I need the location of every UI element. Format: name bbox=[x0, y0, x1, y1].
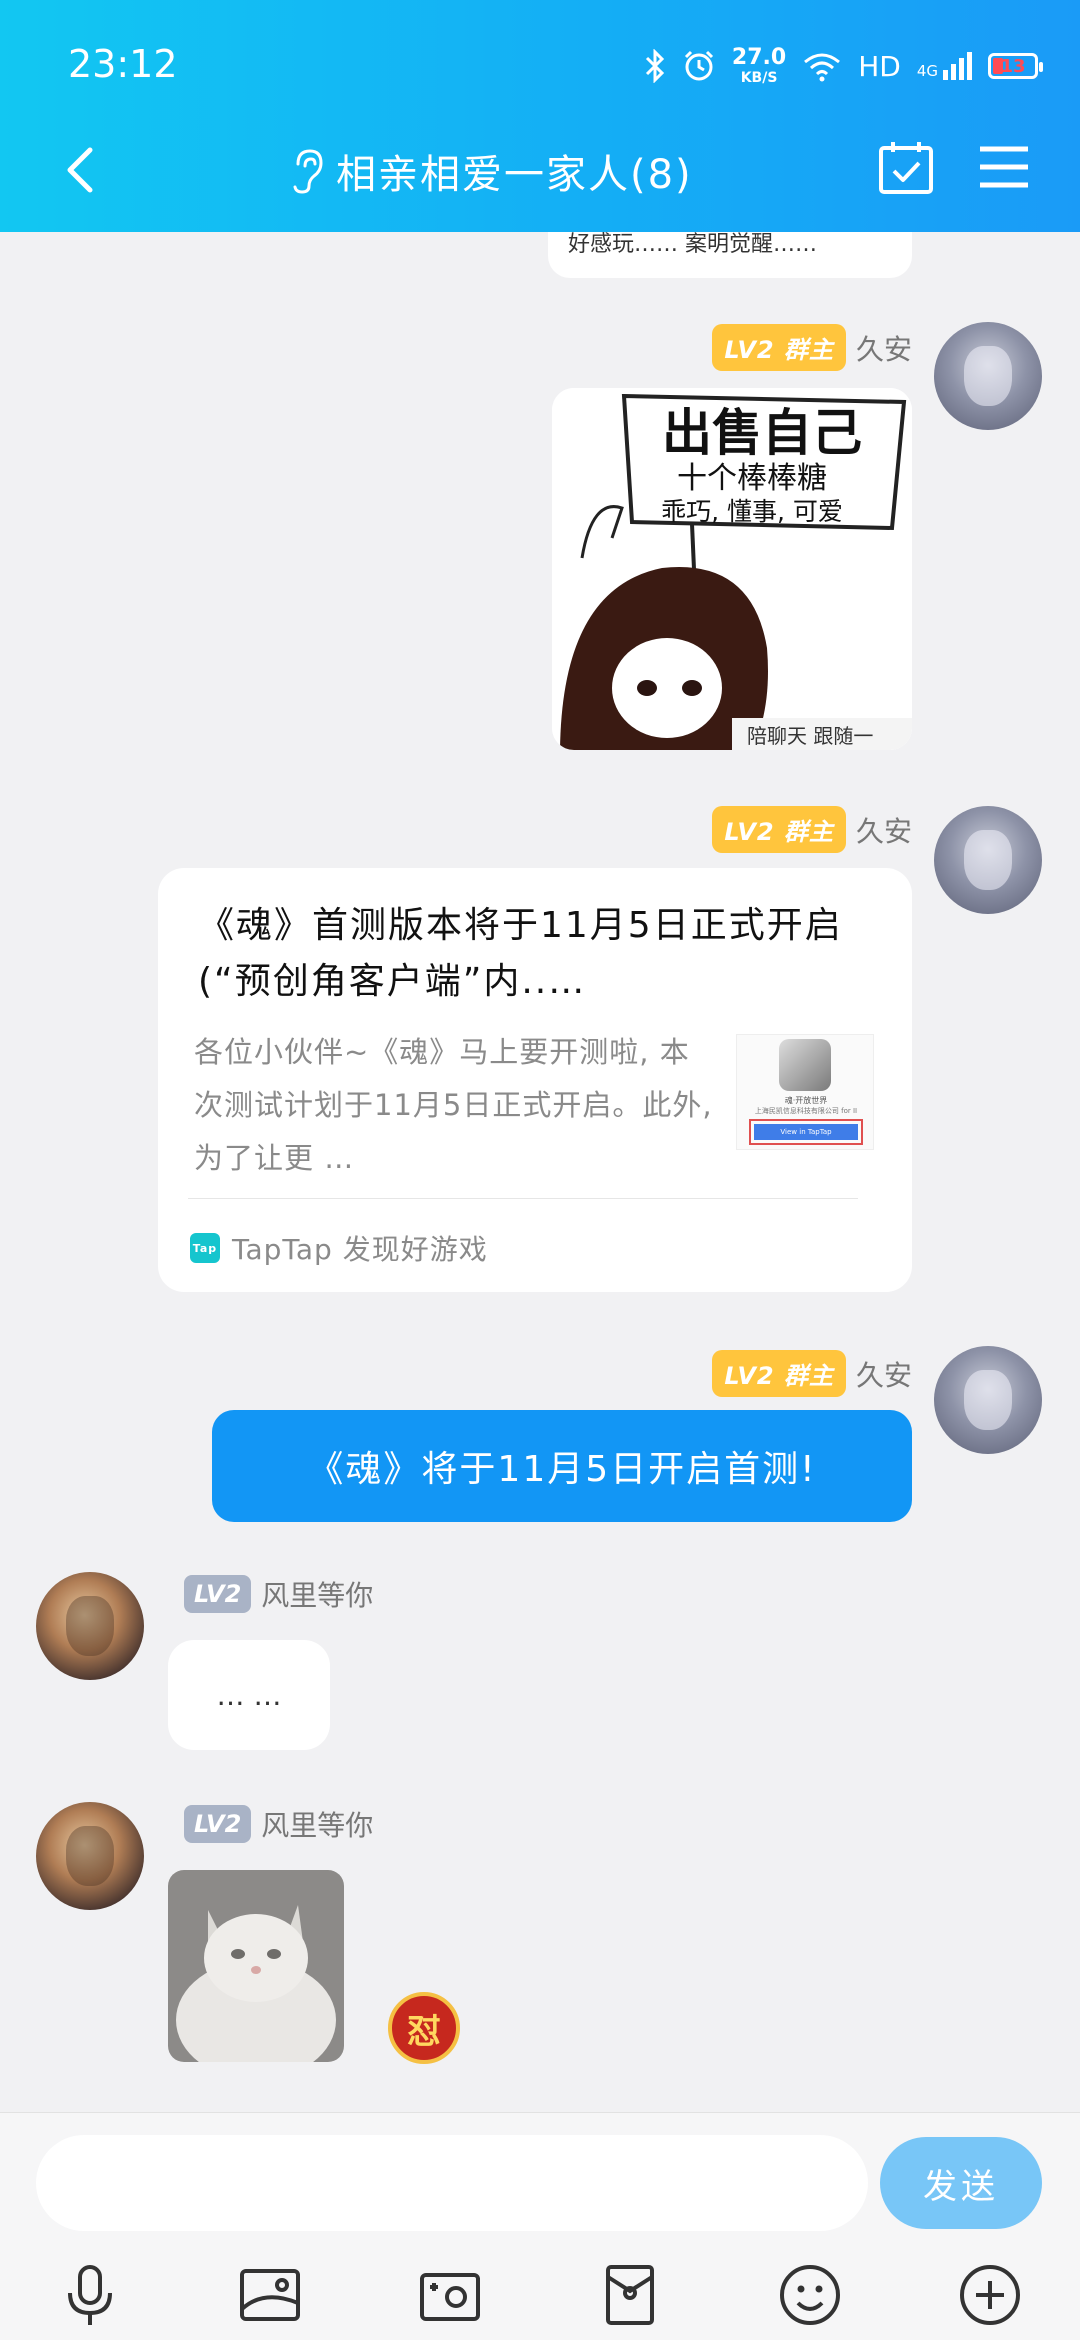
partial-image-text: 好感玩…… 案明觉醒…… bbox=[568, 232, 817, 257]
owner-badge: LV2 群主 bbox=[712, 1350, 846, 1397]
sender-meta: LV2 风里等你 bbox=[184, 1574, 373, 1614]
bluetooth-icon bbox=[645, 49, 665, 83]
avatar[interactable] bbox=[36, 1802, 144, 1910]
message-input[interactable] bbox=[36, 2135, 868, 2231]
red-packet-icon[interactable] bbox=[594, 2259, 666, 2331]
title-bar: 相亲相爱一家人(8) bbox=[0, 120, 1080, 220]
emoji-icon[interactable] bbox=[774, 2259, 846, 2331]
sender-name: 风里等你 bbox=[261, 1809, 374, 1842]
avatar[interactable] bbox=[934, 322, 1042, 430]
share-card-source-label: TapTap 发现好游戏 bbox=[232, 1233, 488, 1266]
wifi-icon bbox=[804, 53, 841, 82]
sender-name: 久安 bbox=[855, 332, 912, 366]
meme-text-sub: 十个棒棒糖 bbox=[677, 461, 827, 496]
sender-meta: LV2 群主 久安 bbox=[712, 1350, 912, 1397]
owner-badge: LV2 群主 bbox=[712, 324, 846, 371]
app-header: 23:12 27.0 KB/S HD 4G 13 相亲相爱一家人(8) bbox=[0, 0, 1080, 232]
calendar-check-icon[interactable] bbox=[876, 138, 936, 198]
menu-icon[interactable] bbox=[978, 142, 1030, 192]
meme-text-main: 出售自己 bbox=[662, 404, 862, 462]
input-bar: 发送 bbox=[0, 2112, 1080, 2340]
microphone-icon[interactable] bbox=[54, 2259, 126, 2331]
share-card[interactable]: 《魂》首测版本将于11月5日正式开启(“预创角客户端”内..… 各位小伙伴~《魂… bbox=[158, 868, 912, 1292]
network-speed-unit: KB/S bbox=[740, 70, 778, 86]
status-bar: 23:12 27.0 KB/S HD 4G 13 bbox=[0, 0, 1080, 130]
meme-text-bottom: 陪聊天 跟随一 bbox=[747, 724, 873, 748]
image-icon[interactable] bbox=[234, 2259, 306, 2331]
image-message-partial[interactable]: 好感玩…… 案明觉醒…… bbox=[548, 232, 912, 278]
reaction-sticker-text: 怼 bbox=[407, 2011, 441, 2052]
network-speed: 27.0 KB/S bbox=[731, 45, 787, 86]
text-message[interactable]: … … bbox=[168, 1640, 330, 1750]
image-message[interactable] bbox=[168, 1870, 344, 2062]
avatar[interactable] bbox=[36, 1572, 144, 1680]
thumb-button: View in TapTap bbox=[754, 1124, 858, 1140]
thumb-line1: 魂·开放世界 bbox=[784, 1096, 828, 1105]
text-message[interactable]: 《魂》将于11月5日开启首测! bbox=[212, 1410, 912, 1522]
status-icons: 27.0 KB/S HD 4G 13 bbox=[644, 45, 1043, 86]
thumb-line2: 上海民凯信息科技有限公司 for II bbox=[754, 1107, 858, 1115]
level-badge: LV2 bbox=[184, 1805, 252, 1843]
taptap-icon: Tap bbox=[190, 1233, 220, 1263]
sender-name: 久安 bbox=[855, 1358, 912, 1392]
share-card-source: Tap TapTap 发现好游戏 bbox=[190, 1228, 488, 1268]
share-card-title: 《魂》首测版本将于11月5日正式开启(“预创角客户端”内..… bbox=[198, 905, 843, 1002]
level-badge: LV2 bbox=[184, 1575, 252, 1613]
avatar[interactable] bbox=[934, 1346, 1042, 1454]
meme-text-sub2: 乖巧, 懂事, 可爱 bbox=[661, 497, 843, 526]
battery-level: 13 bbox=[1000, 55, 1026, 77]
divider bbox=[188, 1198, 858, 1199]
plus-icon[interactable] bbox=[954, 2259, 1026, 2331]
share-card-description: 各位小伙伴~《魂》马上要开测啦, 本次测试计划于11月5日正式开启。此外, 为了… bbox=[194, 1035, 713, 1175]
status-time: 23:12 bbox=[68, 42, 178, 86]
sender-meta: LV2 风里等你 bbox=[184, 1804, 373, 1844]
cat-image bbox=[168, 1870, 344, 2062]
reaction-sticker-icon[interactable]: 怼 bbox=[388, 1992, 460, 2064]
sender-meta: LV2 群主 久安 bbox=[712, 324, 912, 371]
avatar[interactable] bbox=[934, 806, 1042, 914]
game-logo bbox=[779, 1039, 831, 1091]
alarm-icon bbox=[684, 50, 713, 81]
sender-meta: LV2 群主 久安 bbox=[712, 806, 912, 853]
hd-label: HD bbox=[858, 49, 901, 83]
network-speed-value: 27.0 bbox=[731, 45, 787, 70]
title-area[interactable]: 相亲相爱一家人(8) bbox=[290, 142, 693, 200]
back-arrow-icon[interactable] bbox=[54, 142, 110, 198]
image-message[interactable]: 出售自己 十个棒棒糖 乖巧, 懂事, 可爱 陪聊天 跟随一 bbox=[552, 388, 912, 750]
camera-icon[interactable] bbox=[414, 2259, 486, 2331]
network-type: 4G bbox=[916, 62, 938, 80]
sender-name: 风里等你 bbox=[261, 1579, 374, 1612]
sender-name: 久安 bbox=[855, 814, 912, 848]
cell-signal-icon: 4G bbox=[917, 52, 972, 80]
owner-badge: LV2 群主 bbox=[712, 806, 846, 853]
meme-image: 出售自己 十个棒棒糖 乖巧, 懂事, 可爱 陪聊天 跟随一 bbox=[552, 388, 912, 750]
message-list[interactable]: 好感玩…… 案明觉醒…… LV2 群主 久安 出售自己 十个棒棒糖 乖巧, 懂事… bbox=[0, 232, 1080, 2112]
share-card-thumbnail: 魂·开放世界 上海民凯信息科技有限公司 for II View in TapTa… bbox=[736, 1034, 874, 1150]
ear-icon bbox=[293, 149, 323, 194]
chat-title: 相亲相爱一家人(8) bbox=[336, 152, 693, 198]
battery-icon: 13 bbox=[988, 53, 1043, 79]
send-button[interactable]: 发送 bbox=[880, 2137, 1042, 2229]
